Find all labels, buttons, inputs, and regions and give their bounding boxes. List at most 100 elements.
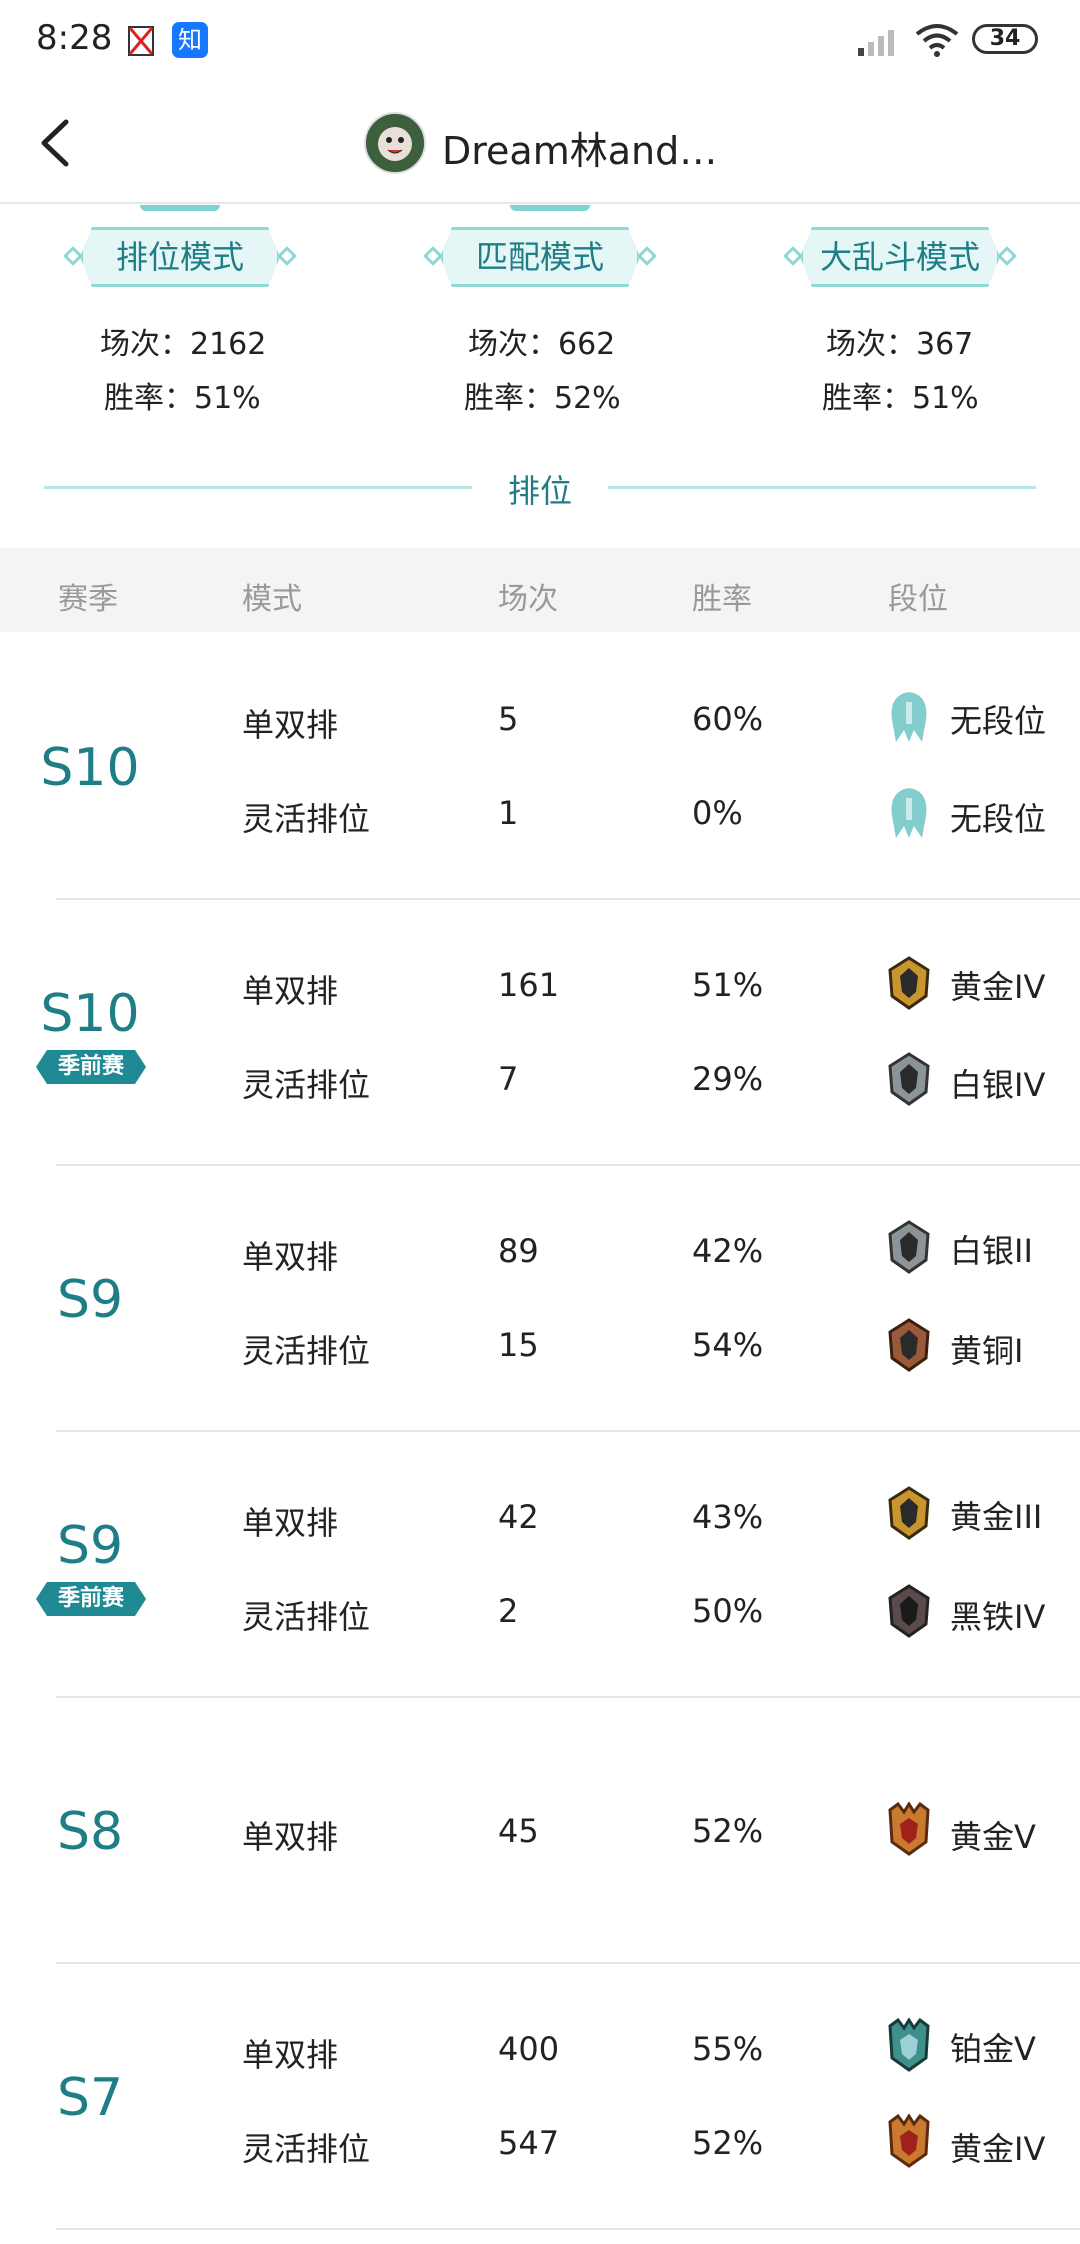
row-mode: 灵活排位	[242, 800, 371, 838]
row-games: 15	[498, 1326, 539, 1364]
row-mode: 灵活排位	[242, 1332, 371, 1370]
row-mode: 灵活排位	[242, 2130, 371, 2168]
row-mode: 单双排	[242, 1818, 339, 1856]
mode-games: 场次：662	[468, 327, 616, 362]
preseason-badge: 季前赛	[36, 1582, 146, 1616]
row-divider	[56, 2228, 1080, 2230]
zhihu-app-icon: 知	[172, 22, 208, 58]
bronze-rank-emblem-icon	[888, 1318, 930, 1372]
row-mode: 灵活排位	[242, 1598, 371, 1636]
row-rank: 无段位	[950, 800, 1047, 838]
mode-games: 场次：367	[826, 327, 974, 362]
row-games: 161	[498, 966, 560, 1004]
unranked-helmet-icon	[891, 788, 927, 838]
gold-rank-emblem-icon	[888, 2114, 930, 2168]
row-winrate: 50%	[692, 1592, 764, 1630]
row-rank: 黄金IV	[950, 968, 1046, 1006]
row-games: 42	[498, 1498, 539, 1536]
column-header-games: 场次	[498, 582, 558, 617]
row-mode: 单双排	[242, 972, 339, 1010]
mode-name: 大乱斗模式	[819, 238, 980, 276]
season-label: S7	[56, 2068, 124, 2128]
avatar[interactable]	[364, 112, 426, 174]
season-group: S9 单双排 89 42% 白银II 灵活排位 15 54% 黄铜I	[0, 1166, 1080, 1432]
row-rank: 铂金V	[950, 2030, 1036, 2068]
season-label: S9	[56, 1270, 124, 1330]
status-time: 8:28	[36, 18, 113, 58]
season-label: S10	[40, 738, 140, 798]
page-title: Dream林and…	[442, 129, 718, 173]
row-rank: 黑铁IV	[950, 1598, 1046, 1636]
row-rank: 黄金III	[950, 1498, 1043, 1536]
silver-rank-emblem-icon	[888, 1220, 930, 1274]
gold-rank-emblem-icon	[888, 1486, 930, 1540]
mode-ribbon: 大乱斗模式	[780, 227, 1020, 287]
row-winrate: 54%	[692, 1326, 764, 1364]
divider-line	[608, 486, 1036, 489]
silver-rank-emblem-icon	[888, 1052, 930, 1106]
top-bar: Dream林and…	[0, 84, 1080, 204]
mode-card-aram[interactable]: 大乱斗模式 场次：367 胜率：51%	[720, 205, 1080, 435]
row-winrate: 52%	[692, 2124, 764, 2162]
divider-line	[44, 486, 472, 489]
column-header-winrate: 胜率	[692, 582, 752, 617]
row-rank: 无段位	[950, 702, 1047, 740]
unranked-helmet-icon	[891, 692, 927, 742]
section-title: 排位	[507, 472, 572, 510]
row-rank: 黄金V	[950, 1818, 1036, 1856]
row-games: 2	[498, 1592, 519, 1630]
back-arrow-icon[interactable]	[36, 118, 76, 168]
row-winrate: 0%	[692, 794, 743, 832]
row-rank: 黄铜I	[950, 1332, 1024, 1370]
row-winrate: 43%	[692, 1498, 764, 1536]
mode-card-normal[interactable]: 匹配模式 场次：662 胜率：52%	[360, 205, 720, 435]
mode-winrate: 胜率：51%	[822, 381, 979, 416]
row-mode: 单双排	[242, 1504, 339, 1542]
mode-ribbon: 匹配模式	[420, 227, 660, 287]
season-group: S8 单双排 45 52% 黄金V	[0, 1698, 1080, 1964]
season-label: S8	[56, 1802, 124, 1862]
row-mode: 单双排	[242, 1238, 339, 1276]
mode-games: 场次：2162	[100, 327, 267, 362]
column-header-season: 赛季	[58, 582, 118, 617]
season-group: S7 单双排 400 55% 铂金V 灵活排位 547 52% 黄金IV	[0, 1964, 1080, 2230]
row-winrate: 42%	[692, 1232, 764, 1270]
mode-card-ranked[interactable]: 排位模式 场次：2162 胜率：51%	[0, 205, 360, 435]
row-rank: 白银IV	[950, 1066, 1046, 1104]
preseason-badge: 季前赛	[36, 1050, 146, 1084]
signal-icon	[858, 30, 894, 56]
mode-ribbon: 排位模式	[60, 227, 300, 287]
season-label: S9	[56, 1516, 124, 1576]
row-mode: 灵活排位	[242, 1066, 371, 1104]
section-header-ranked: 排位	[0, 460, 1080, 510]
notification-app-icon	[128, 26, 154, 56]
row-games: 7	[498, 1060, 519, 1098]
mode-winrate: 胜率：52%	[464, 381, 621, 416]
season-group: S10 单双排 5 60% 无段位 灵活排位 1 0% 无段位	[0, 634, 1080, 900]
table-header: 赛季 模式 场次 胜率 段位	[0, 548, 1080, 632]
column-header-mode: 模式	[242, 582, 302, 617]
row-winrate: 60%	[692, 700, 764, 738]
season-group: S9 季前赛 单双排 42 43% 黄金III 灵活排位 2 50% 黑铁IV	[0, 1432, 1080, 1698]
column-header-rank: 段位	[888, 582, 948, 617]
row-winrate: 51%	[692, 966, 764, 1004]
row-winrate: 52%	[692, 1812, 764, 1850]
row-winrate: 29%	[692, 1060, 764, 1098]
gold-rank-emblem-icon	[888, 1802, 930, 1856]
platinum-rank-emblem-icon	[888, 2018, 930, 2072]
row-games: 5	[498, 700, 519, 738]
wifi-icon	[915, 24, 959, 57]
mode-summary: 排位模式 场次：2162 胜率：51% 匹配模式 场次：662 胜率：52% 大…	[0, 205, 1080, 435]
row-rank: 白银II	[950, 1232, 1033, 1270]
status-bar: 8:28 知 34	[0, 0, 1080, 84]
season-group: S10 季前赛 单双排 161 51% 黄金IV 灵活排位 7 29% 白银IV	[0, 900, 1080, 1166]
row-games: 1	[498, 794, 519, 832]
row-mode: 单双排	[242, 706, 339, 744]
mode-winrate: 胜率：51%	[104, 381, 261, 416]
gold-rank-emblem-icon	[888, 956, 930, 1010]
row-mode: 单双排	[242, 2036, 339, 2074]
row-games: 400	[498, 2030, 560, 2068]
row-games: 547	[498, 2124, 560, 2162]
row-rank: 黄金IV	[950, 2130, 1046, 2168]
row-winrate: 55%	[692, 2030, 764, 2068]
